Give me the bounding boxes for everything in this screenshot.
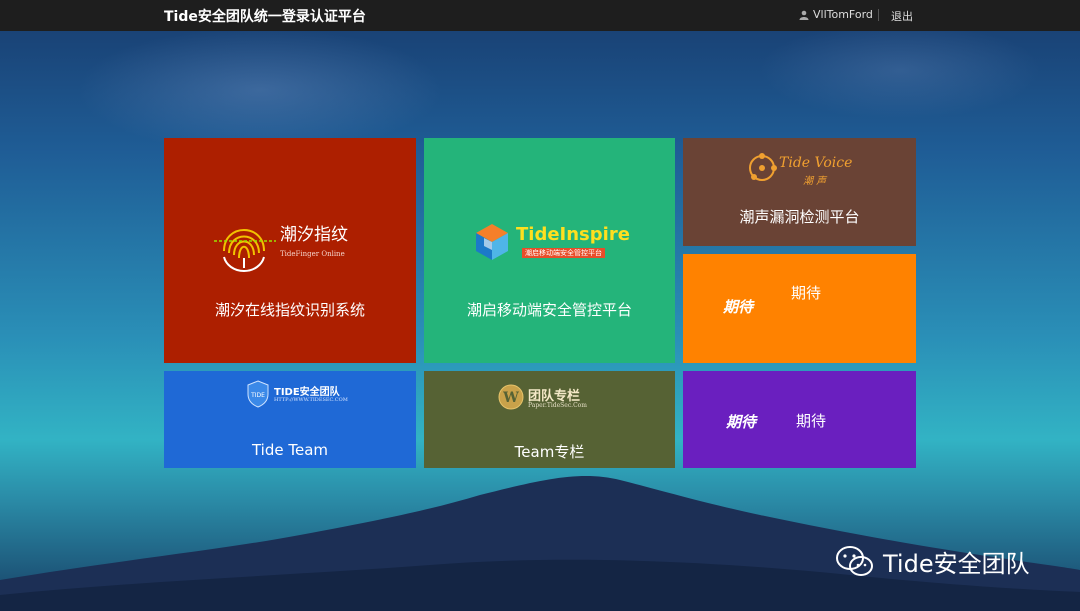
tile-expect-2[interactable]: 期待 期待 — [683, 371, 916, 468]
svg-text:TIDE: TIDE — [250, 392, 265, 399]
column-logo-sub: Paper.TideSec.Com — [528, 402, 587, 409]
top-navbar: Tide安全团队统一登录认证平台 VllTomFord 退出 — [0, 0, 1080, 31]
wechat-icon — [836, 545, 873, 576]
watermark-text: Tide安全团队 — [883, 550, 1030, 578]
tile-fingerprint[interactable]: 潮汐指纹 TideFinger Online 潮汐在线指纹识别系统 — [164, 138, 416, 363]
tile-label: 潮启移动端安全管控平台 — [466, 301, 632, 319]
tile-voice[interactable]: Tide Voice 潮 声 潮声漏洞检测平台 — [683, 138, 916, 246]
tile-inspire[interactable]: TideInspire 潮启移动端安全管控平台 潮启移动端安全管控平台 — [424, 138, 675, 363]
inspire-logo-sub: 潮启移动端安全管控平台 — [522, 248, 605, 258]
voice-logo-sub: 潮 声 — [803, 176, 827, 187]
tile-label: 期待 — [796, 412, 827, 430]
team-logo-title: TIDE安全团队 — [274, 387, 340, 398]
tile-expect-1[interactable]: 期待 期待 — [683, 254, 916, 363]
user-menu[interactable]: VllTomFord — [799, 8, 873, 21]
svg-text:W: W — [502, 390, 519, 406]
w-logo-icon: W — [498, 384, 524, 410]
voice-logo-icon — [749, 153, 777, 181]
expect-logo: 期待 — [723, 298, 754, 316]
tile-label: 期待 — [791, 284, 822, 302]
tile-tide-team[interactable]: TIDE TIDE安全团队 HTTP://WWW.TIDESEC.COM Tid… — [164, 371, 416, 468]
site-title[interactable]: Tide安全团队统一登录认证平台 — [164, 6, 366, 26]
team-logo-sub: HTTP://WWW.TIDESEC.COM — [274, 397, 348, 403]
tile-label: 潮声漏洞检测平台 — [739, 208, 860, 226]
fingerprint-logo-title: 潮汐指纹 — [280, 225, 348, 245]
expect-logo: 期待 — [726, 413, 757, 431]
shield-logo-icon: TIDE — [247, 380, 269, 408]
tile-label: Team专栏 — [514, 443, 585, 461]
tile-label: 潮汐在线指纹识别系统 — [214, 301, 365, 319]
divider — [878, 9, 879, 21]
username: VllTomFord — [813, 8, 873, 21]
logout-link[interactable]: 退出 — [891, 8, 913, 24]
cube-logo-icon — [476, 224, 508, 260]
tile-team-column[interactable]: W 团队专栏 Paper.TideSec.Com Team专栏 — [424, 371, 675, 468]
watermark: Tide安全团队 — [835, 544, 1030, 579]
fingerprint-logo-sub: TideFinger Online — [280, 250, 345, 258]
voice-logo-title: Tide Voice — [779, 155, 853, 171]
inspire-logo-title: TideInspire — [516, 224, 630, 245]
tile-label: Tide Team — [251, 441, 329, 459]
user-icon — [799, 10, 809, 20]
